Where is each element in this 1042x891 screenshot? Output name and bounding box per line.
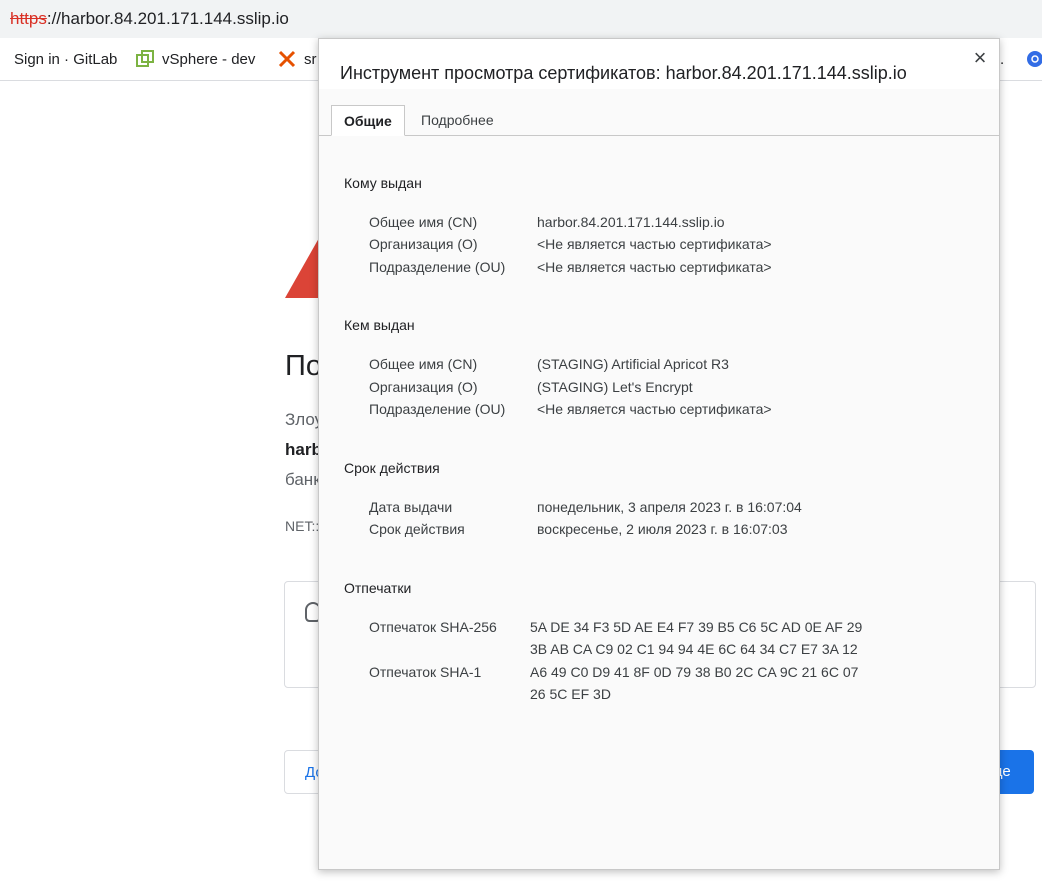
tab-general[interactable]: Общие	[331, 105, 405, 136]
field-value: воскресенье, 2 июля 2023 г. в 16:07:03	[537, 521, 788, 537]
field-value: 5A DE 34 F3 5D AE E4 F7 39 B5 C6 5C AD 0…	[530, 619, 863, 657]
bookmark-vsphere[interactable]: vSphere - dev	[136, 38, 255, 80]
vsphere-icon	[136, 50, 154, 67]
field-label: Организация (O)	[369, 236, 478, 252]
overflow-dot: .	[1000, 50, 1005, 68]
tab-details[interactable]: Подробнее	[409, 105, 506, 135]
warning-triangle-icon	[285, 238, 319, 298]
field-label: Общее имя (CN)	[369, 356, 478, 372]
field-label: Организация (O)	[369, 379, 478, 395]
field-value: <Не является частью сертификата>	[537, 401, 772, 417]
field-label: Отпечаток SHA-256	[369, 619, 497, 635]
field-value: (STAGING) Artificial Apricot R3	[537, 356, 729, 372]
section-issued-by: Кем выдан	[344, 317, 415, 333]
bookmark-gitlab[interactable]: Sign in · GitLab	[0, 38, 117, 80]
section-validity: Срок действия	[344, 460, 440, 476]
x-icon	[278, 50, 296, 68]
field-value: <Не является частью сертификата>	[537, 259, 772, 275]
section-fingerprints: Отпечатки	[344, 580, 412, 596]
url-host: ://harbor.84.201.171.144.sslip.io	[46, 9, 289, 28]
bookmark-kubernetes[interactable]	[1026, 38, 1042, 80]
field-label: Подразделение (OU)	[369, 259, 506, 275]
error-host-text: harb	[285, 440, 322, 459]
gitlab-icon	[0, 50, 6, 68]
error-code: NET::	[285, 518, 320, 534]
field-label: Срок действия	[369, 521, 465, 537]
bookmark-label: vSphere - dev	[162, 50, 256, 68]
field-value: понедельник, 3 апреля 2023 г. в 16:07:04	[537, 499, 802, 515]
bookmark-sr[interactable]: sr	[278, 38, 317, 80]
close-icon[interactable]: ×	[967, 45, 993, 71]
field-value: harbor.84.201.171.144.sslip.io	[537, 214, 725, 230]
field-value: <Не является частью сертификата>	[537, 236, 772, 252]
dialog-tabs: Общие Подробнее	[319, 103, 999, 136]
address-bar[interactable]: https://harbor.84.201.171.144.sslip.io	[0, 0, 1042, 38]
section-issued-to: Кому выдан	[344, 175, 422, 191]
field-value: A6 49 C0 D9 41 8F 0D 79 38 B0 2C CA 9C 2…	[530, 664, 859, 702]
kubernetes-icon	[1027, 51, 1042, 67]
field-label: Отпечаток SHA-1	[369, 664, 482, 680]
certificate-viewer-dialog: Инструмент просмотра сертификатов: harbo…	[318, 38, 1000, 870]
field-value: (STAGING) Let's Encrypt	[537, 379, 693, 395]
error-text-line: банк	[285, 470, 321, 489]
url-scheme-insecure: https	[10, 9, 47, 28]
bookmark-overflow[interactable]: .	[1000, 38, 1004, 80]
dialog-header: Инструмент просмотра сертификатов: harbo…	[319, 39, 999, 89]
dialog-title: Инструмент просмотра сертификатов: harbo…	[340, 63, 907, 83]
field-label: Подразделение (OU)	[369, 401, 506, 417]
field-label: Дата выдачи	[369, 499, 453, 515]
error-heading: По	[285, 350, 322, 382]
bookmark-label: Sign in · GitLab	[14, 50, 118, 68]
field-label: Общее имя (CN)	[369, 214, 478, 230]
bookmark-label: sr	[304, 50, 317, 68]
url-text[interactable]: https://harbor.84.201.171.144.sslip.io	[10, 0, 289, 38]
